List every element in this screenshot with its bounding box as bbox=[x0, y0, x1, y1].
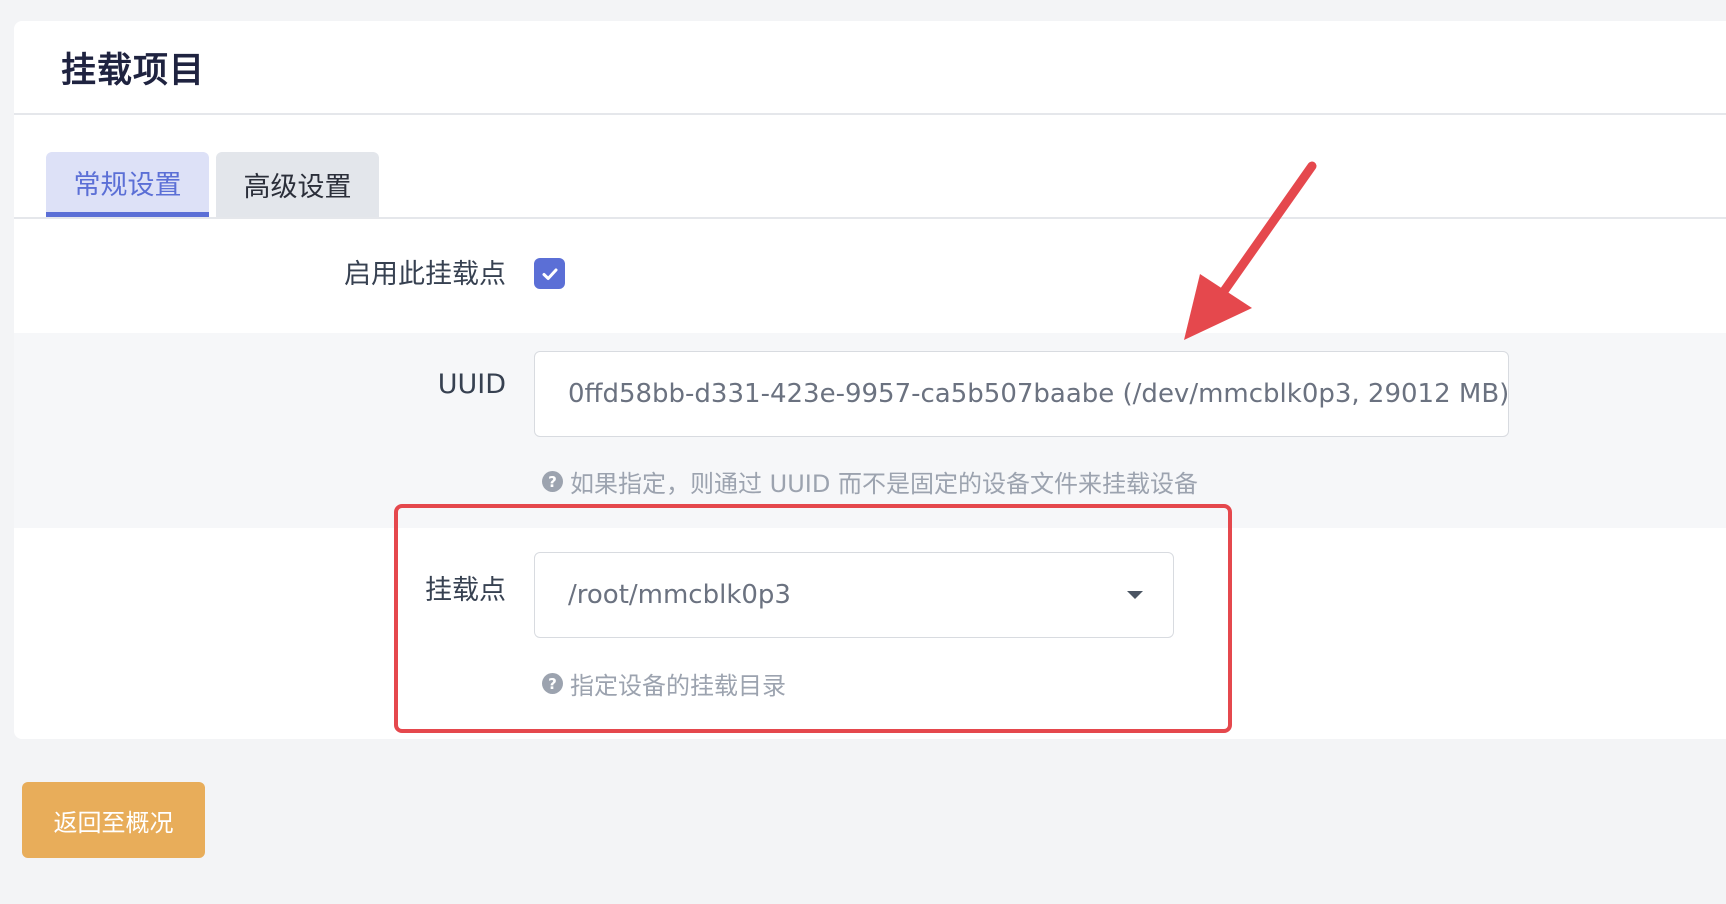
mountpoint-select[interactable]: /root/mmcblk0p3 bbox=[534, 552, 1174, 638]
mountpoint-hint: ? 指定设备的挂载目录 bbox=[542, 666, 786, 701]
check-icon bbox=[542, 268, 557, 280]
mountpoint-select-value: /root/mmcblk0p3 bbox=[568, 580, 791, 610]
enable-label: 启用此挂载点 bbox=[344, 259, 506, 290]
question-circle-icon: ? bbox=[542, 471, 563, 492]
uuid-hint: ? 如果指定，则通过 UUID 而不是固定的设备文件来挂载设备 bbox=[542, 464, 1198, 499]
uuid-label: UUID bbox=[437, 369, 506, 400]
tab-advanced-settings[interactable]: 高级设置 bbox=[216, 152, 379, 217]
mountpoint-row: 挂载点 /root/mmcblk0p3 ? 指定设备的挂载目录 bbox=[14, 528, 1726, 739]
uuid-select[interactable]: 0ffd58bb-d331-423e-9957-ca5b507baabe (/d… bbox=[534, 351, 1509, 437]
caret-down-icon bbox=[1127, 591, 1143, 599]
mountpoint-label: 挂载点 bbox=[425, 575, 506, 606]
uuid-select-value: 0ffd58bb-d331-423e-9957-ca5b507baabe (/d… bbox=[568, 379, 1509, 409]
enable-checkbox[interactable] bbox=[534, 258, 565, 289]
mount-entry-card: 挂载项目 常规设置 高级设置 启用此挂载点 UUID 0ffd58bb-d331… bbox=[14, 21, 1726, 739]
mountpoint-hint-text: 指定设备的挂载目录 bbox=[570, 672, 786, 700]
uuid-row: UUID 0ffd58bb-d331-423e-9957-ca5b507baab… bbox=[14, 333, 1726, 528]
question-circle-icon: ? bbox=[542, 673, 563, 694]
tab-bar: 常规设置 高级设置 bbox=[14, 130, 1726, 219]
uuid-hint-text: 如果指定，则通过 UUID 而不是固定的设备文件来挂载设备 bbox=[570, 470, 1198, 498]
page-title: 挂载项目 bbox=[61, 50, 206, 91]
card-header: 挂载项目 bbox=[14, 21, 1726, 115]
back-to-overview-button[interactable]: 返回至概况 bbox=[22, 782, 205, 858]
tab-general-settings[interactable]: 常规设置 bbox=[46, 152, 209, 217]
enable-row: 启用此挂载点 bbox=[14, 219, 1726, 333]
